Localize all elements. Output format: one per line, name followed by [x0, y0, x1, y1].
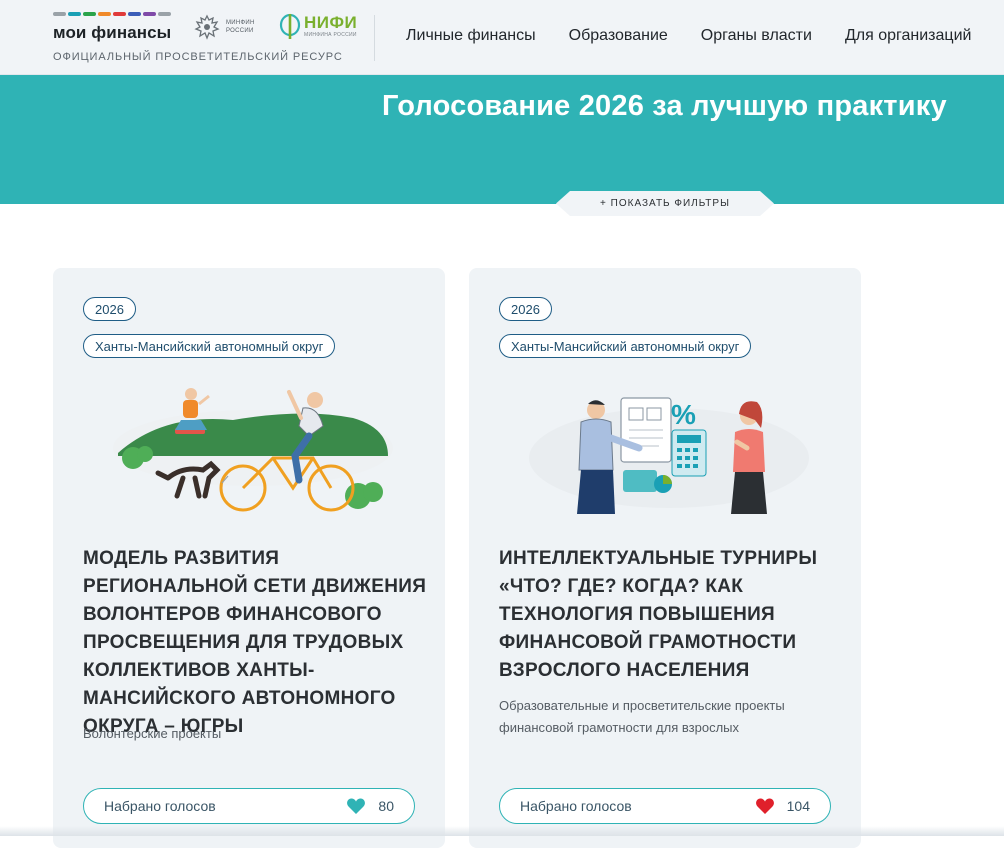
- year-badge[interactable]: 2026: [499, 297, 552, 321]
- svg-text:%: %: [671, 399, 696, 430]
- minfin-logo[interactable]: МИНФИН РОССИИ: [192, 12, 260, 42]
- header-divider: [374, 15, 375, 61]
- nifi-logo[interactable]: НИФИ МИНФИНА РОССИИ: [279, 12, 357, 40]
- practice-card[interactable]: 2026 Ханты-Мансийский автономный округ %: [469, 268, 861, 848]
- finance-quiz-illustration: %: [529, 397, 809, 514]
- minfin-label: МИНФИН РОССИИ: [226, 20, 255, 34]
- card-title[interactable]: Модель развития региональной сети движен…: [83, 545, 428, 741]
- show-filters-button[interactable]: + ПОКАЗАТЬ ФИЛЬТРЫ: [556, 191, 774, 216]
- year-badge[interactable]: 2026: [83, 297, 136, 321]
- practice-card[interactable]: 2026 Ханты-Мансийский автономный округ М…: [53, 268, 445, 848]
- site-header: мои финансы ОФИЦИАЛЬНЫЙ ПРОСВЕТИТЕЛЬСКИЙ…: [0, 0, 1004, 75]
- eagle-emblem-icon: [194, 14, 220, 40]
- heart-outline-icon[interactable]: [346, 796, 368, 816]
- card-title[interactable]: Интеллектуальные турниры «Что? Где? Когд…: [499, 545, 844, 685]
- nifi-emblem-icon: [279, 13, 301, 39]
- nav-education[interactable]: Образование: [569, 27, 668, 45]
- nifi-label: НИФИ: [304, 13, 358, 32]
- votes-count: 104: [786, 798, 810, 814]
- nav-personal-finance[interactable]: Личные финансы: [406, 27, 536, 45]
- hero-banner: Голосование 2026 за лучшую практику: [0, 75, 1004, 204]
- votes-label: Набрано голосов: [520, 798, 632, 814]
- main-nav: Личные финансы Образование Органы власти…: [406, 27, 971, 45]
- region-badge[interactable]: Ханты-Мансийский автономный округ: [83, 334, 336, 358]
- region-badge[interactable]: Ханты-Мансийский автономный округ: [499, 334, 752, 358]
- brand-name: мои финансы: [53, 23, 172, 42]
- card-category: Образовательные и просветительские проек…: [499, 698, 785, 735]
- page-bottom-edge: [0, 826, 1004, 836]
- votes-button[interactable]: Набрано голосов 80: [83, 788, 415, 824]
- nifi-sub-label: МИНФИНА РОССИИ: [304, 32, 357, 38]
- nav-authorities[interactable]: Органы власти: [701, 27, 812, 45]
- brand-tagline: ОФИЦИАЛЬНЫЙ ПРОСВЕТИТЕЛЬСКИЙ РЕСУРС: [53, 51, 343, 63]
- card-category: Волонтерские проекты: [83, 726, 222, 741]
- brand-stripes: [53, 12, 171, 16]
- page-title: Голосование 2026 за лучшую практику: [382, 90, 947, 122]
- votes-count: 80: [378, 798, 394, 814]
- volunteer-cyclist-illustration: [113, 388, 393, 512]
- brand-logo[interactable]: мои финансы: [53, 12, 171, 42]
- votes-button[interactable]: Набрано голосов 104: [499, 788, 831, 824]
- votes-label: Набрано голосов: [104, 798, 216, 814]
- nav-organizations[interactable]: Для организаций: [845, 27, 972, 45]
- heart-filled-icon[interactable]: [755, 796, 777, 816]
